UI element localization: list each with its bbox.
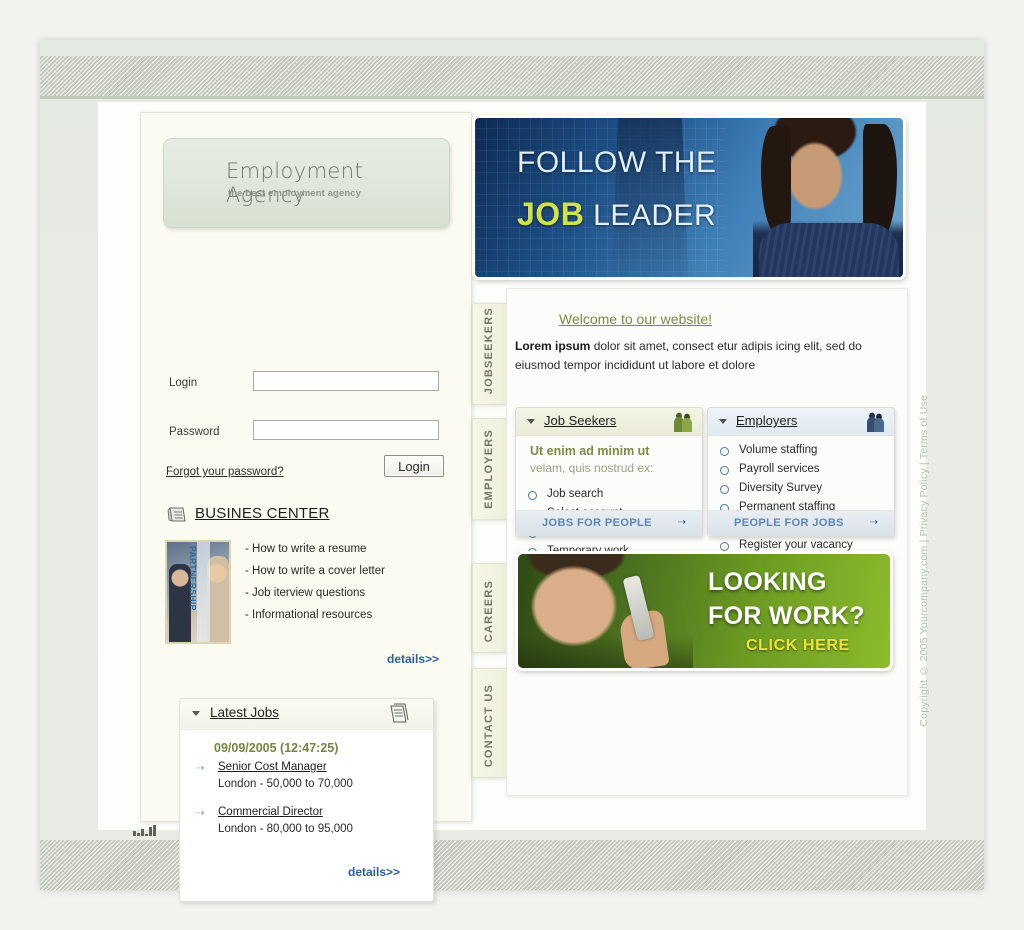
job-title-link[interactable]: Senior Cost Manager xyxy=(218,761,327,773)
notes-icon xyxy=(390,703,409,723)
business-center-details-link[interactable]: details>> xyxy=(387,652,439,666)
arrow-icon: ⇢ xyxy=(196,763,205,774)
sidebar-item-employers[interactable]: EMPLOYERS xyxy=(472,418,507,520)
list-item[interactable]: - How to write a cover letter xyxy=(245,565,385,577)
looking-for-work-banner[interactable]: LOOKING FOR WORK? CLICK HERE xyxy=(515,551,893,671)
welcome-title[interactable]: Welcome to our website! xyxy=(559,311,712,327)
partnership-photo: PARTNERSHIP xyxy=(165,540,231,644)
welcome-lead: Lorem ipsum xyxy=(515,339,591,353)
latest-jobs-card: Latest Jobs 09/09/2005 (12:47:25) ⇢ Seni… xyxy=(179,698,434,902)
tab-label: EMPLOYERS xyxy=(483,429,495,509)
list-item[interactable]: Register your vacancy xyxy=(720,539,853,551)
login-button[interactable]: Login xyxy=(384,455,444,477)
welcome-paragraph: Lorem ipsum dolor sit amet, consect etur… xyxy=(515,337,893,374)
top-banner-line2: JOB LEADER xyxy=(517,196,716,233)
bottom-banner-line2: FOR WORK? xyxy=(708,602,865,630)
document-icon xyxy=(167,507,186,522)
latest-jobs-timestamp: 09/09/2005 (12:47:25) xyxy=(214,741,339,755)
list-item[interactable]: Volume staffing xyxy=(720,444,853,456)
people-for-jobs-footer[interactable]: PEOPLE FOR JOBS ⇢ xyxy=(708,510,894,536)
job-meta: London - 50,000 to 70,000 xyxy=(218,778,353,790)
people-green-icon xyxy=(674,412,692,432)
left-column: Employment Agency the best employment ag… xyxy=(140,112,472,902)
bottom-banner-line1: LOOKING xyxy=(708,568,827,596)
list-item[interactable]: Payroll services xyxy=(720,463,853,475)
people-for-jobs-link[interactable]: PEOPLE FOR JOBS xyxy=(734,517,844,529)
forgot-password-link[interactable]: Forgot your password? xyxy=(166,466,284,478)
employers-box: Employers Volume staffing Payroll servic… xyxy=(707,407,895,551)
job-seekers-box: Job Seekers Ut enim ad minim ut velam, q… xyxy=(515,407,703,557)
top-banner-rest: LEADER xyxy=(584,199,717,232)
arrow-icon: ⇢ xyxy=(196,808,205,819)
sidebar-item-careers[interactable]: CAREERS xyxy=(472,563,507,653)
job-seekers-subtitle-bold: Ut enim ad minim ut xyxy=(530,444,650,458)
tab-label: CONTACT US xyxy=(483,683,495,767)
job-seekers-subtitle-light: velam, quis nostrud ex: xyxy=(530,461,654,475)
jobs-for-people-link[interactable]: JOBS FOR PEOPLE xyxy=(542,517,652,529)
chevron-down-icon[interactable] xyxy=(527,419,535,424)
tab-label: CAREERS xyxy=(483,579,495,642)
job-meta: London - 80,000 to 95,000 xyxy=(218,823,353,835)
top-banner-accent: JOB xyxy=(517,196,585,232)
list-item[interactable]: - How to write a resume xyxy=(245,543,385,555)
business-center-title[interactable]: BUSINES CENTER xyxy=(195,505,330,522)
click-here-cta[interactable]: CLICK HERE xyxy=(746,637,850,655)
employers-title[interactable]: Employers xyxy=(736,413,797,428)
main-content-panel: Welcome to our website! Lorem ipsum dolo… xyxy=(506,288,908,796)
list-item[interactable]: Diversity Survey xyxy=(720,482,853,494)
sidebar-item-contact-us[interactable]: CONTACT US xyxy=(472,668,507,778)
job-seekers-header: Job Seekers xyxy=(516,408,702,436)
copyright-text: Copyright © 2005 Yourcompany.com | Priva… xyxy=(918,395,930,727)
employers-list: Volume staffing Payroll services Diversi… xyxy=(720,444,853,558)
people-blue-icon xyxy=(867,412,884,432)
top-divider xyxy=(40,96,984,99)
arrow-icon: ⇢ xyxy=(677,517,686,528)
top-banner[interactable]: FOLLOW THE JOB LEADER xyxy=(472,115,906,280)
sidebar-item-jobseekers[interactable]: JOBSEEKERS xyxy=(472,303,507,405)
latest-jobs-details-link[interactable]: details>> xyxy=(348,865,400,879)
site-title: Employment Agency xyxy=(226,159,364,207)
list-item[interactable]: - Job iterview questions xyxy=(245,587,385,599)
top-decorative-band xyxy=(40,56,984,96)
list-item[interactable]: - Informational resources xyxy=(245,609,385,621)
job-seekers-title[interactable]: Job Seekers xyxy=(544,413,616,428)
partnership-photo-caption: PARTNERSHIP xyxy=(188,546,198,611)
arrow-icon: ⇢ xyxy=(869,517,878,528)
job-title-link[interactable]: Commercial Director xyxy=(218,806,323,818)
site-tagline: the best employment agency xyxy=(228,188,361,199)
list-item[interactable]: Job search xyxy=(528,488,631,500)
login-label: Login xyxy=(169,377,198,389)
chevron-down-icon[interactable] xyxy=(192,711,200,716)
business-center-list: - How to write a resume - How to write a… xyxy=(245,543,385,631)
login-input[interactable] xyxy=(253,371,439,391)
jobs-for-people-footer[interactable]: JOBS FOR PEOPLE ⇢ xyxy=(516,510,702,536)
password-input[interactable] xyxy=(253,420,439,440)
bar-chart-icon xyxy=(133,824,159,836)
employers-header: Employers xyxy=(708,408,894,436)
password-label: Password xyxy=(169,426,220,438)
tab-label: JOBSEEKERS xyxy=(483,306,495,394)
logo-panel[interactable]: Employment Agency the best employment ag… xyxy=(163,138,450,228)
latest-jobs-title[interactable]: Latest Jobs xyxy=(210,705,279,720)
banner-person-photo xyxy=(753,118,903,277)
chevron-down-icon[interactable] xyxy=(719,419,727,424)
latest-jobs-header: Latest Jobs xyxy=(180,699,433,730)
top-banner-line1: FOLLOW THE xyxy=(517,146,717,179)
